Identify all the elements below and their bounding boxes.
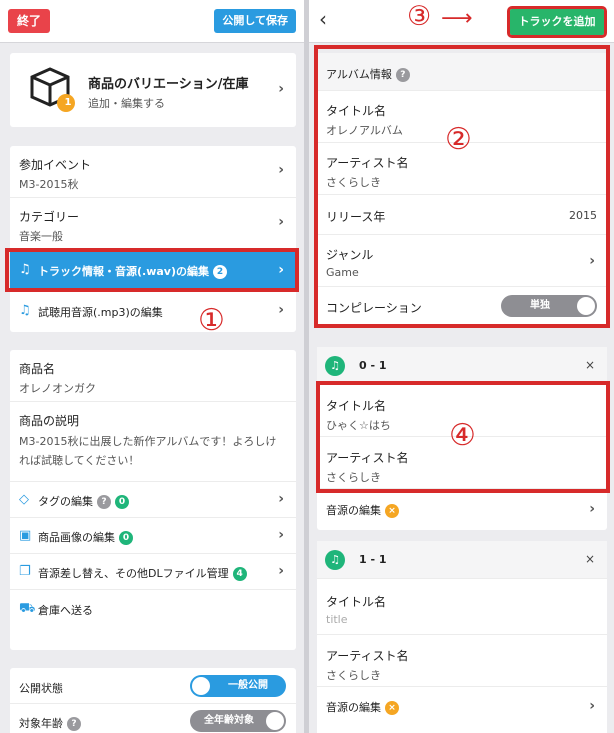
annotation-3: ③ xyxy=(407,1,432,32)
track-header-row: ♫ 1 - 1 × xyxy=(317,541,607,579)
track-source-row[interactable]: 音源の編集 × › xyxy=(317,687,607,727)
product-desc-line1: M3-2015秋に出展した新作アルバムです！よろしけ xyxy=(19,435,277,448)
highlight-box-2 xyxy=(314,45,610,328)
toggle-knob xyxy=(192,677,210,695)
annotation-2: ② xyxy=(445,122,472,157)
warehouse-row[interactable]: ⛟ 倉庫へ送る xyxy=(10,590,296,628)
publish-state-toggle-label: 一般公開 xyxy=(228,680,268,691)
age-toggle-label: 全年齢対象 xyxy=(204,715,254,726)
chevron-right-icon: › xyxy=(589,501,595,517)
track-artist-value: さくらしき xyxy=(326,669,381,682)
settings-list-card: 参加イベント M3-2015秋 › カテゴリー 音楽一般 › ♫ トラック情報・… xyxy=(10,146,296,332)
files-label: 音源差し替え、その他DLファイル管理 4 xyxy=(38,565,247,581)
track-title-label: タイトル名 xyxy=(326,595,387,609)
category-label: カテゴリー xyxy=(19,210,80,224)
track-card: ♫ 1 - 1 × タイトル名 title アーティスト名 さくらしき 音源の編… xyxy=(317,541,607,733)
right-pane: ‹ ③ ⟶ トラックを追加 アルバム情報? タイトル名 オレノアルバム アーティ… xyxy=(309,0,614,733)
image-icon: ▣ xyxy=(19,528,32,543)
toggle-knob xyxy=(266,712,284,730)
chevron-right-icon: › xyxy=(278,491,284,507)
product-desc-line2: れば試聴してください！ xyxy=(19,454,140,467)
track-header-row: ♫ 0 - 1 × xyxy=(317,347,607,385)
variation-card[interactable]: 1 商品のバリエーション/在庫 追加・編集する › xyxy=(10,53,296,127)
event-value: M3-2015秋 xyxy=(19,178,79,191)
images-row[interactable]: ▣ 商品画像の編集 0 › xyxy=(10,518,296,554)
track-number: 1 - 1 xyxy=(359,553,387,566)
event-label: 参加イベント xyxy=(19,158,92,172)
source-missing-icon: × xyxy=(385,504,399,518)
files-badge: 4 xyxy=(232,567,247,581)
highlight-box-1 xyxy=(5,248,299,292)
images-label: 商品画像の編集 0 xyxy=(38,529,133,545)
category-value: 音楽一般 xyxy=(19,230,63,243)
chevron-right-icon: › xyxy=(278,81,284,97)
annotation-1: ① xyxy=(198,303,225,338)
publish-state-label: 公開状態 xyxy=(19,682,63,695)
variation-title: 商品のバリエーション/在庫 xyxy=(88,77,249,92)
product-name-row[interactable]: 商品名 オレノオンガク xyxy=(10,350,296,402)
annotation-4: ④ xyxy=(449,418,476,453)
chevron-right-icon: › xyxy=(278,162,284,178)
right-topbar: ‹ ③ ⟶ トラックを追加 xyxy=(309,0,614,43)
left-topbar: 終了 公開して保存 xyxy=(0,0,304,43)
track-source-label: 音源の編集 × xyxy=(326,699,399,715)
track-artist-row[interactable]: アーティスト名 さくらしき xyxy=(317,635,607,687)
tags-row[interactable]: ◇ タグの編集? 0 › xyxy=(10,482,296,518)
chevron-right-icon: › xyxy=(278,214,284,230)
back-chevron-icon[interactable]: ‹ xyxy=(319,7,327,31)
publish-state-toggle[interactable]: 一般公開 xyxy=(190,675,286,697)
chevron-right-icon: › xyxy=(589,698,595,714)
truck-icon: ⛟ xyxy=(19,601,36,616)
music-note-icon: ♫ xyxy=(19,303,31,318)
chevron-right-icon: › xyxy=(278,527,284,543)
product-desc-row[interactable]: 商品の説明 M3-2015秋に出展した新作アルバムです！よろしけ れば試聴してく… xyxy=(10,402,296,482)
track-source-row[interactable]: 音源の編集 × › xyxy=(317,489,607,530)
trial-edit-label: 試聴用音源(.mp3)の編集 xyxy=(38,306,163,319)
track-artist-label: アーティスト名 xyxy=(326,649,409,663)
tag-icon: ◇ xyxy=(19,492,29,507)
close-icon[interactable]: × xyxy=(585,358,595,372)
files-row[interactable]: ❐ 音源差し替え、その他DLファイル管理 4 › xyxy=(10,554,296,590)
age-row: 対象年齢? 全年齢対象 xyxy=(10,704,296,733)
track-title-placeholder: title xyxy=(326,613,348,626)
source-missing-icon: × xyxy=(385,701,399,715)
music-note-icon: ♫ xyxy=(325,356,345,376)
close-icon[interactable]: × xyxy=(585,552,595,566)
product-name-value: オレノオンガク xyxy=(19,382,96,395)
help-icon[interactable]: ? xyxy=(97,495,111,509)
event-row[interactable]: 参加イベント M3-2015秋 › xyxy=(10,146,296,198)
track-number: 0 - 1 xyxy=(359,359,387,372)
publish-save-button[interactable]: 公開して保存 xyxy=(214,9,296,33)
age-toggle[interactable]: 全年齢対象 xyxy=(190,710,286,732)
variation-badge: 1 xyxy=(64,97,72,108)
tags-label: タグの編集? 0 xyxy=(38,493,129,509)
tags-badge: 0 xyxy=(115,495,129,509)
arrow-right-icon: ⟶ xyxy=(441,6,473,31)
left-pane: 終了 公開して保存 1 商品のバリエーション/在庫 追加・編集する › 参加イベ… xyxy=(0,0,304,733)
trial-edit-row[interactable]: ♫ 試聴用音源(.mp3)の編集 › xyxy=(10,292,296,330)
music-note-icon: ♫ xyxy=(325,550,345,570)
add-track-button[interactable]: トラックを追加 xyxy=(507,6,607,38)
product-name-label: 商品名 xyxy=(19,362,56,376)
product-card: 商品名 オレノオンガク 商品の説明 M3-2015秋に出展した新作アルバムです！… xyxy=(10,350,296,650)
category-row[interactable]: カテゴリー 音楽一般 › xyxy=(10,198,296,250)
publish-card: 公開状態 一般公開 対象年齢? 全年齢対象 xyxy=(10,668,296,733)
variation-subtitle: 追加・編集する xyxy=(88,97,165,110)
help-icon[interactable]: ? xyxy=(67,717,81,731)
warehouse-label: 倉庫へ送る xyxy=(38,604,93,617)
chevron-right-icon: › xyxy=(278,563,284,579)
images-badge: 0 xyxy=(119,531,133,545)
track-source-label: 音源の編集 × xyxy=(326,502,399,518)
track-title-row[interactable]: タイトル名 title xyxy=(317,579,607,635)
file-icon: ❐ xyxy=(19,564,31,579)
quit-button[interactable]: 終了 xyxy=(8,9,51,33)
publish-state-row: 公開状態 一般公開 xyxy=(10,668,296,704)
chevron-right-icon: › xyxy=(278,302,284,318)
product-desc-label: 商品の説明 xyxy=(19,414,80,428)
age-label: 対象年齢? xyxy=(19,715,81,731)
